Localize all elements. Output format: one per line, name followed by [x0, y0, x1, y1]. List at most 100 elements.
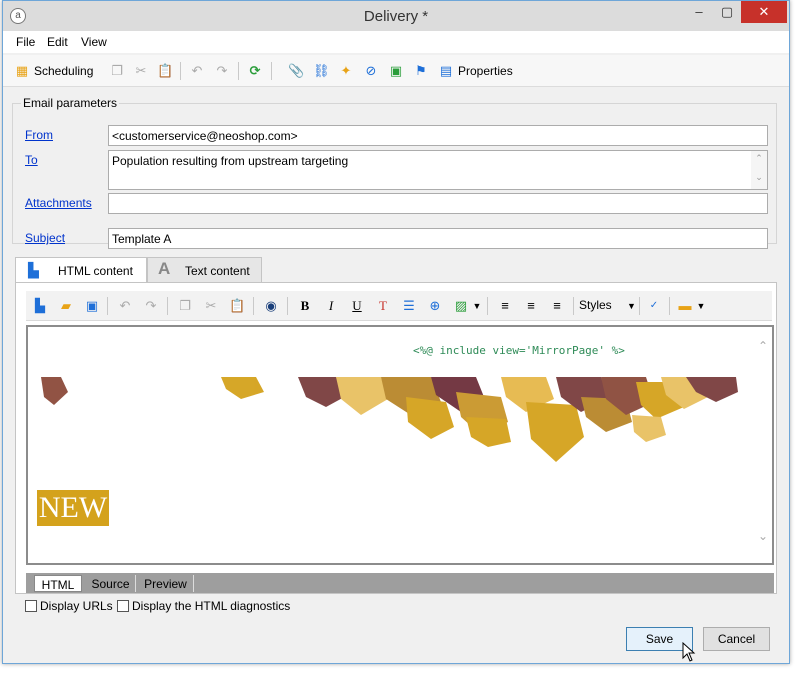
refresh-icon[interactable]: ⟳ [247, 63, 263, 79]
properties-icon[interactable]: ▤ [438, 63, 454, 79]
editor-separator [107, 297, 108, 315]
editor-separator [573, 297, 574, 315]
html-document-icon: ▙ [28, 262, 39, 278]
cancel-button[interactable]: Cancel [703, 627, 770, 651]
from-field[interactable]: <customerservice@neoshop.com> [108, 125, 768, 146]
subject-link[interactable]: Subject [25, 231, 65, 245]
text-a-icon: A [158, 259, 171, 278]
gift-icon[interactable]: ✦ [338, 63, 354, 79]
tab-html-content[interactable]: ▙ HTML content [15, 257, 147, 284]
cut-icon[interactable]: ✂ [203, 298, 219, 314]
editor-canvas[interactable]: <%@ include view='MirrorPage' %> NEW ⌃ ⌄ [26, 325, 774, 565]
scroll-down-icon[interactable]: ⌄ [754, 529, 772, 543]
close-button[interactable]: ✕ [741, 1, 787, 23]
save-icon[interactable]: ▣ [84, 298, 100, 314]
tab-html-view[interactable]: HTML [34, 575, 82, 592]
menu-bar: File Edit View [3, 31, 789, 53]
to-link[interactable]: To [25, 153, 38, 167]
checkbox-box[interactable] [25, 600, 37, 612]
styles-dropdown[interactable]: Styles ▼ [579, 298, 636, 312]
minimize-button[interactable]: – [685, 1, 713, 23]
attachments-field[interactable] [108, 193, 768, 214]
mouse-cursor-icon [682, 642, 696, 662]
checkbox-box[interactable] [117, 600, 129, 612]
display-urls-checkbox[interactable]: Display URLs [25, 599, 113, 613]
window-title: Delivery * [363, 8, 429, 25]
maximize-button[interactable]: ▢ [713, 1, 741, 23]
toolbar-separator [238, 62, 239, 80]
image-dropdown-icon[interactable]: ▼ [469, 298, 485, 314]
to-field-text: Population resulting from upstream targe… [112, 154, 349, 168]
calendar-icon[interactable]: ▦ [14, 63, 30, 79]
title-bar: a Delivery * – ▢ ✕ [3, 1, 789, 31]
autumn-leaves-banner [41, 377, 738, 462]
copy-icon[interactable]: ❐ [109, 63, 125, 79]
styles-dropdown-label: Styles [579, 298, 612, 312]
paste-icon[interactable]: 📋 [157, 63, 173, 79]
tab-text-content[interactable]: A Text content [147, 257, 262, 283]
editor-separator [669, 297, 670, 315]
display-diagnostics-checkbox[interactable]: Display the HTML diagnostics [117, 599, 290, 613]
toolbar-separator [271, 62, 272, 80]
tab-text-content-label: Text content [185, 264, 250, 278]
editor-separator [253, 297, 254, 315]
copy-icon[interactable]: ❐ [177, 298, 193, 314]
underline-icon[interactable]: U [349, 298, 365, 314]
insert-block-icon[interactable]: ▬ [677, 298, 693, 314]
text-color-icon[interactable]: T [375, 298, 391, 314]
bold-icon[interactable]: B [297, 298, 313, 314]
display-urls-label: Display URLs [40, 599, 113, 613]
new-document-icon[interactable]: ▙ [32, 298, 48, 314]
new-badge: NEW [37, 490, 109, 526]
chevron-down-icon: ▼ [627, 301, 636, 311]
include-directive: <%@ include view='MirrorPage' %> [413, 344, 625, 357]
insert-image-icon[interactable]: ▨ [453, 298, 469, 314]
editor-separator [167, 297, 168, 315]
undo-icon[interactable]: ↶ [189, 63, 205, 79]
tab-source-view[interactable]: Source [86, 575, 136, 592]
mobile-icon[interactable]: ▣ [388, 63, 404, 79]
properties-button[interactable]: Properties [458, 64, 513, 78]
attachments-link[interactable]: Attachments [25, 196, 92, 210]
to-field[interactable]: Population resulting from upstream targe… [108, 150, 768, 190]
paste-icon[interactable]: 📋 [229, 298, 245, 314]
canvas-scrollbar[interactable]: ⌃ ⌄ [754, 327, 772, 563]
tab-preview-view[interactable]: Preview [138, 575, 194, 592]
insert-link-icon[interactable]: ⊕ [427, 298, 443, 314]
attachment-icon[interactable]: 📎 [288, 63, 304, 79]
editor-separator [639, 297, 640, 315]
scroll-up-icon[interactable]: ⌃ [754, 339, 772, 353]
align-right-icon[interactable]: ≡ [549, 298, 565, 314]
scroll-up-icon[interactable]: ⌃ [751, 153, 767, 164]
find-binoculars-icon[interactable]: ◉ [263, 298, 279, 314]
menu-view[interactable]: View [81, 35, 107, 49]
subject-field[interactable]: Template A [108, 228, 768, 249]
block-dropdown-icon[interactable]: ▼ [693, 298, 709, 314]
email-parameters-legend: Email parameters [23, 96, 118, 110]
display-diagnostics-label: Display the HTML diagnostics [132, 599, 291, 613]
to-field-scrollbar[interactable]: ⌃ ⌄ [751, 151, 767, 189]
redo-icon[interactable]: ↷ [214, 63, 230, 79]
cut-icon[interactable]: ✂ [133, 63, 149, 79]
tracking-icon[interactable]: ⊘ [363, 63, 379, 79]
open-folder-icon[interactable]: ▰ [58, 298, 74, 314]
from-link[interactable]: From [25, 128, 53, 142]
menu-file[interactable]: File [16, 35, 35, 49]
scheduling-button[interactable]: Scheduling [34, 64, 93, 78]
bullet-list-icon[interactable]: ☰ [401, 298, 417, 314]
menu-edit[interactable]: Edit [47, 35, 68, 49]
main-toolbar: ▦ Scheduling ❐ ✂ 📋 ↶ ↷ ⟳ 📎 ⛓ ✦ ⊘ ▣ ⚑ ▤ P… [3, 55, 789, 87]
align-center-icon[interactable]: ≡ [523, 298, 539, 314]
personalization-icon[interactable]: ⚑ [413, 63, 429, 79]
link-icon[interactable]: ⛓ [313, 63, 330, 79]
align-left-icon[interactable]: ≡ [497, 298, 513, 314]
scroll-down-icon[interactable]: ⌄ [751, 172, 767, 183]
redo-icon[interactable]: ↷ [143, 298, 159, 314]
spellcheck-icon[interactable]: ✓ [646, 298, 662, 314]
view-tabs: HTML Source Preview [26, 573, 774, 593]
html-editor-panel: ▙ ▰ ▣ ↶ ↷ ❐ ✂ 📋 ◉ B I U T ☰ ⊕ ▨ ▼ ≡ ≡ ≡ [15, 282, 777, 594]
delivery-window: a Delivery * – ▢ ✕ File Edit View ▦ Sche… [2, 0, 790, 664]
italic-icon[interactable]: I [323, 298, 339, 314]
email-parameters-group: Email parameters From <customerservice@n… [12, 96, 777, 249]
undo-icon[interactable]: ↶ [117, 298, 133, 314]
